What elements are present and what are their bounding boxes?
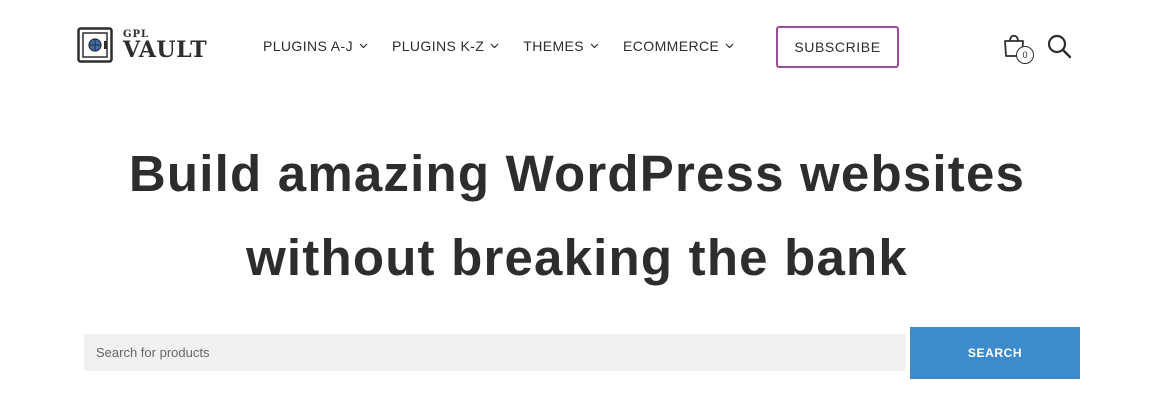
search-button[interactable]: SEARCH [910, 327, 1080, 379]
cart-button[interactable]: 0 [1002, 32, 1036, 66]
hero-heading: Build amazing WordPress websites without… [0, 132, 1154, 300]
nav-ecommerce[interactable]: ECOMMERCE [623, 38, 734, 54]
chevron-down-icon [590, 43, 599, 49]
main-navigation: PLUGINS A-J PLUGINS K-Z THEMES ECOMMERCE [263, 26, 758, 66]
nav-label: THEMES [523, 38, 585, 54]
hero-section: Build amazing WordPress websites without… [0, 132, 1154, 300]
nav-label: ECOMMERCE [623, 38, 720, 54]
nav-plugins-a-j[interactable]: PLUGINS A-J [263, 38, 368, 54]
nav-label: PLUGINS K-Z [391, 38, 485, 54]
chevron-down-icon [490, 43, 499, 49]
cart-count-badge: 0 [1016, 46, 1034, 64]
chevron-down-icon [359, 43, 368, 49]
vault-logo-icon [77, 27, 113, 63]
hero-heading-line-2: without breaking the bank [246, 229, 908, 286]
product-search-form: SEARCH [84, 327, 1080, 379]
site-header: GPL VAULT PLUGINS A-J PLUGINS K-Z THEMES… [0, 0, 1154, 95]
subscribe-button[interactable]: SUBSCRIBE [776, 26, 899, 68]
nav-themes[interactable]: THEMES [523, 38, 599, 54]
hero-heading-line-1: Build amazing WordPress websites [128, 145, 1026, 202]
search-icon[interactable] [1046, 33, 1072, 59]
logo-wordmark: GPL VAULT [123, 29, 208, 63]
logo-text-big: VAULT [123, 36, 208, 63]
nav-label: PLUGINS A-J [263, 38, 353, 54]
nav-plugins-k-z[interactable]: PLUGINS K-Z [392, 38, 499, 54]
site-logo[interactable]: GPL VAULT [77, 27, 207, 63]
chevron-down-icon [725, 43, 734, 49]
product-search-input[interactable] [84, 334, 906, 371]
